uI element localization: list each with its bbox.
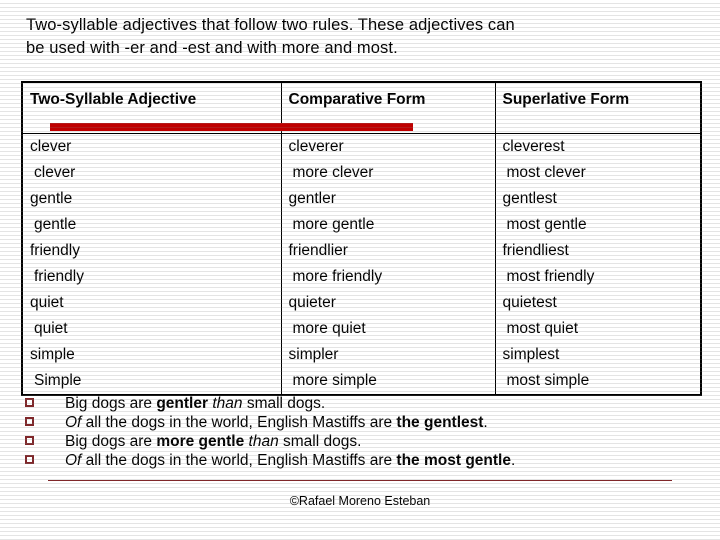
list-item-text: Of all the dogs in the world, English Ma… — [65, 414, 488, 431]
cell-comparative: more clever — [280, 160, 496, 186]
table-row: gentle gentler gentlest — [22, 186, 701, 212]
cell-comparative: more simple — [280, 368, 496, 395]
cell-comparative: friendlier — [280, 238, 496, 264]
cell-superlative: friendliest — [494, 238, 701, 264]
cell-superlative: gentlest — [494, 186, 701, 212]
square-bullet-icon — [25, 436, 34, 445]
column-header-superlative: Superlative Form — [494, 82, 701, 134]
table-row: clever cleverer cleverest — [22, 133, 701, 160]
cell-adjective: gentle — [22, 186, 282, 212]
cell-adjective: Simple — [22, 368, 282, 395]
table-row: quiet quieter quietest — [22, 290, 701, 316]
cell-superlative: most friendly — [494, 264, 701, 290]
cell-comparative: simpler — [280, 342, 496, 368]
cell-adjective: friendly — [22, 264, 282, 290]
square-bullet-icon — [25, 417, 34, 426]
list-item: Of all the dogs in the world, English Ma… — [24, 413, 696, 432]
square-bullet-icon — [25, 398, 34, 407]
list-item-text: Big dogs are gentler than small dogs. — [65, 395, 326, 412]
table-row: simple simpler simplest — [22, 342, 701, 368]
cell-adjective: friendly — [22, 238, 282, 264]
horizontal-divider — [48, 480, 672, 481]
table-row: friendly friendlier friendliest — [22, 238, 701, 264]
cell-superlative: most quiet — [494, 316, 701, 342]
cell-adjective: clever — [22, 133, 282, 160]
cell-comparative: more friendly — [280, 264, 496, 290]
list-item: Big dogs are more gentle than small dogs… — [24, 432, 696, 451]
table-row: gentle more gentle most gentle — [22, 212, 701, 238]
footer-credit: ©Rafael Moreno Esteban — [289, 494, 431, 508]
cell-superlative: most gentle — [494, 212, 701, 238]
table-row: clever more clever most clever — [22, 160, 701, 186]
table-row: Simple more simple most simple — [22, 368, 701, 395]
cell-adjective: clever — [22, 160, 282, 186]
cell-superlative: cleverest — [494, 133, 701, 160]
slide-canvas: Two-syllable adjectives that follow two … — [0, 0, 720, 540]
square-bullet-icon — [25, 455, 34, 464]
cell-adjective: quiet — [22, 290, 282, 316]
cell-superlative: quietest — [494, 290, 701, 316]
table-row: friendly more friendly most friendly — [22, 264, 701, 290]
cell-comparative: more gentle — [280, 212, 496, 238]
cell-adjective: gentle — [22, 212, 282, 238]
cell-adjective: quiet — [22, 316, 282, 342]
cell-comparative: cleverer — [280, 133, 496, 160]
cell-superlative: most clever — [494, 160, 701, 186]
list-item-text: Of all the dogs in the world, English Ma… — [65, 452, 516, 469]
table-body: clever cleverer cleverest clever more clever… — [22, 133, 701, 395]
example-sentence-list: Big dogs are gentler than small dogs. Of … — [24, 394, 696, 470]
cell-superlative: simplest — [494, 342, 701, 368]
cell-superlative: most simple — [494, 368, 701, 395]
cell-adjective: simple — [22, 342, 282, 368]
list-item-text: Big dogs are more gentle than small dogs… — [65, 433, 362, 450]
list-item: Of all the dogs in the world, English Ma… — [24, 451, 696, 470]
red-highlight-bar — [50, 123, 413, 131]
table-row: quiet more quiet most quiet — [22, 316, 701, 342]
list-item: Big dogs are gentler than small dogs. — [24, 394, 696, 413]
cell-comparative: more quiet — [280, 316, 496, 342]
cell-comparative: quieter — [280, 290, 496, 316]
page-title: Two-syllable adjectives that follow two … — [26, 16, 515, 57]
cell-comparative: gentler — [280, 186, 496, 212]
